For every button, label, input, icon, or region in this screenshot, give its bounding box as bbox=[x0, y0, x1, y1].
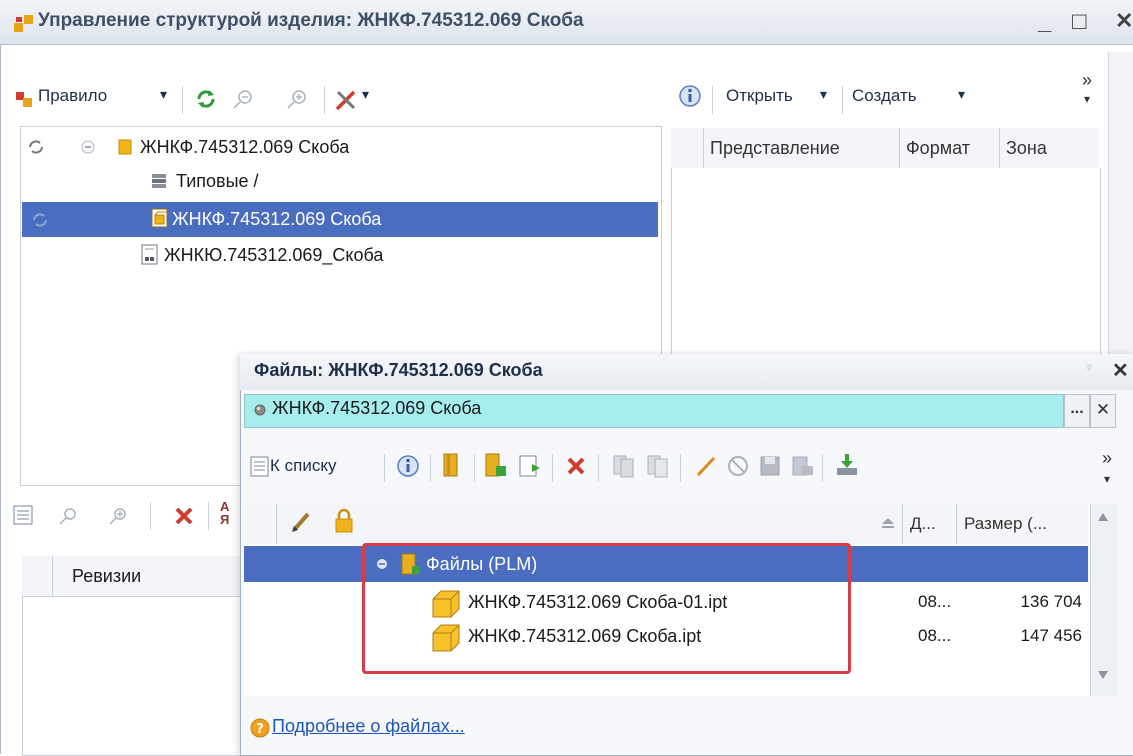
files-table-header bbox=[244, 504, 1088, 545]
close-button[interactable]: ✕ bbox=[1115, 8, 1133, 34]
file-size: 136 704 bbox=[1020, 592, 1082, 611]
rule-dropdown-arrow[interactable]: ▾ bbox=[160, 86, 167, 103]
open-dropdown-arrow[interactable]: ▾ bbox=[820, 86, 827, 103]
files-dialog-title: Файлы: ЖНКФ.745312.069 Скоба bbox=[254, 360, 543, 380]
toolbar-separator bbox=[182, 86, 183, 114]
tree-item-drawing[interactable]: ЖНКЮ.745312.069_Скоба bbox=[164, 240, 383, 271]
column-date[interactable]: Д... bbox=[910, 514, 936, 534]
svg-text:?: ? bbox=[256, 722, 264, 737]
file-size: 147 456 bbox=[1020, 626, 1082, 645]
file-date: 08... bbox=[918, 592, 952, 611]
window-title: Управление структурой изделия: ЖНКФ.7453… bbox=[38, 10, 584, 31]
toolbar-separator bbox=[208, 502, 209, 530]
to-list-button[interactable]: К списку bbox=[270, 456, 336, 476]
toolbar-separator bbox=[474, 454, 475, 482]
toolbar-separator bbox=[150, 502, 151, 530]
more-dropdown-arrow[interactable]: ▾ bbox=[1104, 472, 1110, 486]
toolbar-separator bbox=[324, 86, 325, 114]
add-file-icon[interactable] bbox=[518, 454, 542, 478]
toolbar-separator bbox=[680, 454, 681, 482]
pin-button[interactable]: ᵠ bbox=[1086, 360, 1092, 375]
object-status-icon bbox=[254, 404, 266, 416]
folder-icon[interactable] bbox=[442, 452, 462, 478]
delete-icon[interactable] bbox=[566, 456, 586, 476]
sync-icon bbox=[26, 137, 46, 157]
more-dropdown-arrow[interactable]: ▾ bbox=[1084, 92, 1090, 106]
tree-item-standard[interactable]: Типовые / bbox=[176, 166, 259, 197]
file-date: 08... bbox=[918, 626, 952, 645]
column-format[interactable]: Формат bbox=[899, 128, 999, 168]
column-representation[interactable]: Представление bbox=[703, 128, 899, 168]
create-menu-button[interactable]: Создать bbox=[852, 86, 917, 106]
sort-az-button[interactable]: А Я bbox=[220, 500, 232, 526]
more-about-files-link[interactable]: Подробнее о файлах... bbox=[272, 716, 465, 736]
more-commands-button[interactable]: » bbox=[1082, 70, 1092, 91]
toolbar-separator bbox=[430, 454, 431, 482]
lock-file-icon[interactable] bbox=[790, 454, 816, 478]
revisions-column-divider bbox=[52, 556, 53, 596]
tree-item-root[interactable]: ЖНКФ.745312.069 Скоба bbox=[140, 132, 349, 163]
toolbar-separator bbox=[598, 454, 599, 482]
list-icon bbox=[250, 456, 270, 478]
app-icon bbox=[14, 13, 34, 33]
more-commands-button[interactable]: » bbox=[1102, 448, 1112, 469]
column-divider bbox=[902, 504, 903, 544]
create-dropdown-arrow[interactable]: ▾ bbox=[958, 86, 965, 103]
edit-column-icon bbox=[290, 510, 312, 534]
scroll-down-icon[interactable] bbox=[1097, 670, 1109, 680]
collapse-icon[interactable] bbox=[232, 88, 254, 110]
info-icon[interactable] bbox=[396, 454, 420, 478]
add-folder-icon[interactable] bbox=[484, 452, 508, 478]
toolbar-separator bbox=[712, 86, 713, 114]
files-dialog-close-button[interactable]: ✕ bbox=[1112, 358, 1129, 383]
object-field-value: ЖНКФ.745312.069 Скоба bbox=[272, 398, 482, 418]
copy-file-icon[interactable] bbox=[612, 454, 636, 478]
cancel-edit-icon[interactable] bbox=[726, 454, 750, 478]
save-icon[interactable] bbox=[758, 454, 782, 478]
sort-indicator-icon[interactable] bbox=[880, 516, 896, 530]
files-scrollbar[interactable] bbox=[1090, 504, 1117, 696]
column-size[interactable]: Размер (... bbox=[964, 514, 1047, 534]
expand-icon[interactable] bbox=[286, 88, 308, 110]
help-icon: ? bbox=[250, 718, 270, 738]
info-icon[interactable] bbox=[678, 84, 702, 108]
drawing-document-icon bbox=[140, 244, 160, 266]
sync-icon bbox=[30, 212, 50, 228]
rule-icon bbox=[16, 90, 34, 108]
maximize-button[interactable]: □ bbox=[1072, 8, 1087, 36]
expand-icon[interactable] bbox=[108, 506, 128, 526]
tools-dropdown-arrow[interactable]: ▾ bbox=[362, 86, 369, 103]
column-divider bbox=[956, 504, 957, 544]
tree-item-part-selected[interactable]: ЖНКФ.745312.069 Скоба bbox=[172, 204, 381, 235]
collapse-icon[interactable] bbox=[58, 506, 78, 526]
scroll-up-icon[interactable] bbox=[1097, 512, 1109, 522]
move-file-icon[interactable] bbox=[646, 454, 670, 478]
part-document-icon bbox=[150, 207, 170, 229]
highlight-annotation bbox=[362, 543, 851, 674]
lock-icon bbox=[334, 508, 354, 534]
clear-object-button[interactable]: ✕ bbox=[1090, 394, 1116, 428]
toolbar-separator bbox=[842, 86, 843, 114]
representations-table[interactable] bbox=[671, 168, 1101, 361]
collapse-node-icon[interactable] bbox=[80, 139, 96, 155]
refresh-icon[interactable] bbox=[194, 87, 218, 111]
edit-icon[interactable] bbox=[694, 454, 718, 478]
stack-icon bbox=[150, 172, 170, 190]
column-divider bbox=[276, 504, 277, 544]
minimize-button[interactable]: _ bbox=[1038, 8, 1051, 36]
column-revisions[interactable]: Ревизии bbox=[72, 566, 141, 587]
folder-yellow-icon bbox=[118, 139, 132, 155]
toolbar-separator bbox=[384, 454, 385, 482]
toolbar-separator bbox=[552, 454, 553, 482]
open-menu-button[interactable]: Открыть bbox=[726, 86, 793, 106]
select-object-button[interactable]: ... bbox=[1064, 394, 1090, 428]
download-icon[interactable] bbox=[834, 452, 860, 478]
column-zone[interactable]: Зона bbox=[999, 128, 1099, 168]
toolbar-separator bbox=[822, 454, 823, 482]
rule-menu-button[interactable]: Правило bbox=[38, 86, 107, 106]
tools-icon[interactable] bbox=[334, 88, 358, 112]
delete-icon[interactable] bbox=[174, 506, 194, 526]
list-icon[interactable] bbox=[12, 504, 34, 526]
